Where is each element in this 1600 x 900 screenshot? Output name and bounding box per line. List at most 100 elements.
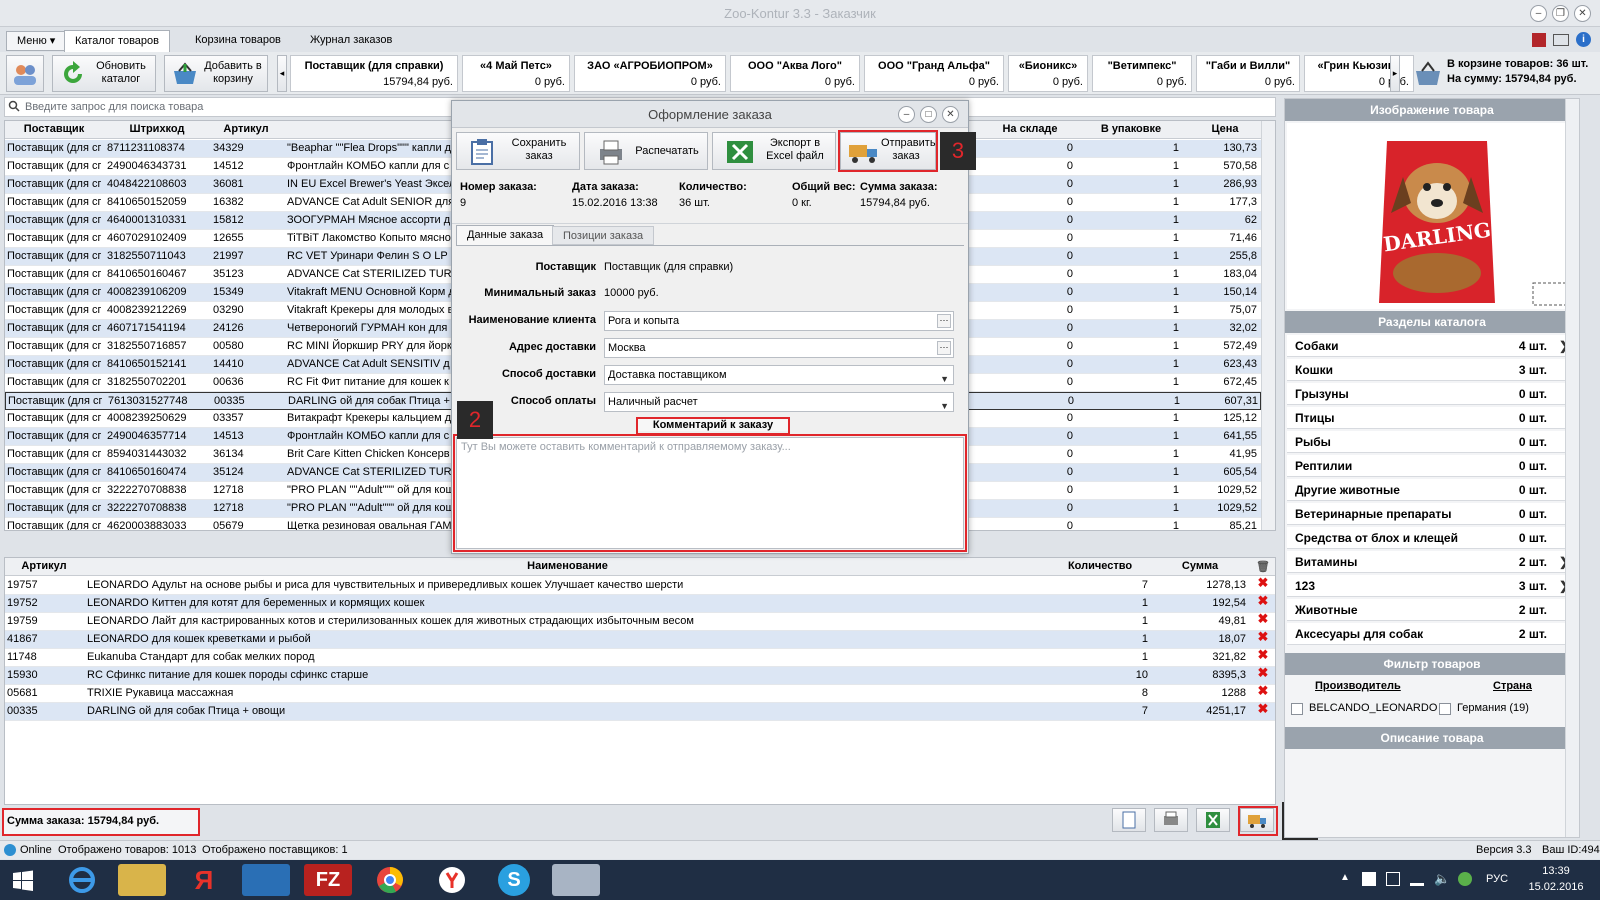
keyboard-lang[interactable]: РУС bbox=[1486, 873, 1508, 885]
client-browse-button[interactable]: ··· bbox=[937, 314, 951, 328]
col-item-name[interactable]: Наименование bbox=[85, 560, 1050, 572]
supplier-card[interactable]: "Ветимпекс" 0 руб. bbox=[1092, 55, 1192, 92]
right-panel-scrollbar[interactable] bbox=[1565, 99, 1579, 837]
col-item-sum[interactable]: Сумма bbox=[1152, 560, 1248, 572]
clock-time[interactable]: 13:39 bbox=[1528, 865, 1584, 877]
close-icon[interactable]: ✕ bbox=[1574, 5, 1591, 22]
chrome-icon[interactable] bbox=[366, 864, 414, 896]
col-article[interactable]: Артикул bbox=[211, 123, 281, 135]
category-item[interactable]: Рептилии 0 шт. bbox=[1287, 455, 1577, 477]
col-price[interactable]: Цена bbox=[1185, 123, 1265, 135]
list-item[interactable]: 41867 LEONARDO для кошек креветками и рыб… bbox=[5, 631, 1275, 649]
payment-select[interactable]: Наличный расчет ▼ bbox=[604, 392, 954, 412]
supplier-card[interactable]: ЗАО «АГРОБИОПРОМ» 0 руб. bbox=[574, 55, 726, 92]
manufacturer-checkbox[interactable] bbox=[1291, 703, 1303, 715]
col-stock[interactable]: На складе bbox=[985, 123, 1075, 135]
delete-item-icon[interactable]: ✖ bbox=[1257, 649, 1269, 661]
supplier-card[interactable]: ООО "Гранд Альфа" 0 руб. bbox=[864, 55, 1004, 92]
clock-date[interactable]: 15.02.2016 bbox=[1520, 881, 1592, 893]
tray-sync-icon[interactable] bbox=[1458, 872, 1472, 886]
list-item[interactable]: 15930 RC Сфинкс питание для кошек породы … bbox=[5, 667, 1275, 685]
category-item[interactable]: 123 3 шт. ❯ bbox=[1287, 575, 1577, 597]
delete-item-icon[interactable]: ✖ bbox=[1257, 595, 1269, 607]
list-item[interactable]: 19752 LEONARDO Киттен для котят для берем… bbox=[5, 595, 1275, 613]
col-supplier[interactable]: Поставщик bbox=[5, 123, 103, 135]
restore-icon[interactable]: ❐ bbox=[1552, 5, 1569, 22]
list-item[interactable]: 19759 LEONARDO Лайт для кастрированных ко… bbox=[5, 613, 1275, 631]
exit-icon[interactable] bbox=[1532, 33, 1546, 47]
category-item[interactable]: Грызуны 0 шт. bbox=[1287, 383, 1577, 405]
list-item[interactable]: 19757 LEONARDO Адульт на основе рыбы и ри… bbox=[5, 577, 1275, 595]
manufacturer-label[interactable]: Производитель bbox=[1315, 680, 1401, 692]
trash-icon[interactable]: 🗑 bbox=[1255, 560, 1271, 573]
tab-cart[interactable]: Корзина товаров bbox=[185, 30, 291, 52]
category-item[interactable]: Аксесуары для собак 2 шт. bbox=[1287, 623, 1577, 645]
supplier-card[interactable]: «Бионикс» 0 руб. bbox=[1008, 55, 1088, 92]
excel-small-button[interactable] bbox=[1196, 808, 1230, 832]
save-order-small-button[interactable] bbox=[1112, 808, 1146, 832]
delivery-select[interactable]: Доставка поставщиком ▼ bbox=[604, 365, 954, 385]
category-item[interactable]: Средства от блох и клещей 0 шт. bbox=[1287, 527, 1577, 549]
tray-network-icon[interactable] bbox=[1386, 872, 1400, 886]
delete-item-icon[interactable]: ✖ bbox=[1257, 631, 1269, 643]
zoo-kontur-icon[interactable] bbox=[552, 864, 600, 896]
dialog-close-icon[interactable]: ✕ bbox=[942, 106, 959, 123]
skype-icon[interactable]: S bbox=[498, 864, 530, 896]
filezilla-icon[interactable]: FZ bbox=[304, 864, 352, 896]
export-excel-button[interactable]: Экспорт в Excel файл bbox=[712, 132, 836, 170]
category-item[interactable]: Собаки 4 шт. ❯ bbox=[1287, 335, 1577, 357]
client-input[interactable]: Рога и копыта ··· bbox=[604, 311, 954, 331]
users-button[interactable] bbox=[6, 55, 44, 92]
yandex-icon[interactable]: Я bbox=[180, 864, 228, 896]
list-view-icon[interactable] bbox=[1532, 282, 1570, 306]
address-input[interactable]: Москва ··· bbox=[604, 338, 954, 358]
print-button[interactable]: Распечатать bbox=[584, 132, 708, 170]
dialog-minimize-icon[interactable]: – bbox=[898, 106, 915, 123]
delete-item-icon[interactable]: ✖ bbox=[1257, 613, 1269, 625]
country-checkbox[interactable] bbox=[1439, 703, 1451, 715]
menu-button[interactable]: Меню ▾ bbox=[6, 31, 67, 51]
category-item[interactable]: Птицы 0 шт. bbox=[1287, 407, 1577, 429]
tab-catalog[interactable]: Каталог товаров bbox=[64, 30, 170, 52]
tray-signal-icon[interactable] bbox=[1410, 872, 1424, 886]
ie-icon[interactable] bbox=[58, 864, 106, 896]
tab-order-positions[interactable]: Позиции заказа bbox=[552, 226, 655, 245]
delete-item-icon[interactable]: ✖ bbox=[1257, 667, 1269, 679]
refresh-catalog-button[interactable]: Обновить каталог bbox=[52, 55, 156, 92]
list-item[interactable]: 11748 Eukanuba Стандарт для собак мелких … bbox=[5, 649, 1275, 667]
tab-order-data[interactable]: Данные заказа bbox=[456, 225, 555, 245]
tray-volume-icon[interactable]: 🔈 bbox=[1434, 871, 1450, 887]
category-item[interactable]: Ветеринарные препараты 0 шт. bbox=[1287, 503, 1577, 525]
tab-orders-log[interactable]: Журнал заказов bbox=[300, 30, 402, 52]
supplier-card[interactable]: Поставщик (для справки) 15794,84 руб. bbox=[290, 55, 458, 92]
yandex-browser-icon[interactable] bbox=[428, 864, 476, 896]
supplier-card[interactable]: «4 Май Петс» 0 руб. bbox=[462, 55, 570, 92]
category-item[interactable]: Рыбы 0 шт. bbox=[1287, 431, 1577, 453]
supplier-card[interactable]: "Габи и Вилли" 0 руб. bbox=[1196, 55, 1300, 92]
delete-item-icon[interactable]: ✖ bbox=[1257, 685, 1269, 697]
category-item[interactable]: Другие животные 0 шт. bbox=[1287, 479, 1577, 501]
address-browse-button[interactable]: ··· bbox=[937, 341, 951, 355]
category-item[interactable]: Животные 2 шт. bbox=[1287, 599, 1577, 621]
col-item-article[interactable]: Артикул bbox=[5, 560, 83, 572]
category-item[interactable]: Кошки 3 шт. bbox=[1287, 359, 1577, 381]
suppliers-scroll-right[interactable]: ▸ bbox=[1390, 55, 1400, 92]
dialog-maximize-icon[interactable]: □ bbox=[920, 106, 937, 123]
col-barcode[interactable]: Штрихкод bbox=[105, 123, 209, 135]
add-to-cart-button[interactable]: Добавить в корзину bbox=[164, 55, 268, 92]
col-item-qty[interactable]: Количество bbox=[1050, 560, 1150, 572]
explorer-icon[interactable] bbox=[118, 864, 166, 896]
supplier-card[interactable]: ООО "Аква Лого" 0 руб. bbox=[730, 55, 860, 92]
delete-item-icon[interactable]: ✖ bbox=[1257, 703, 1269, 715]
category-item[interactable]: Витамины 2 шт. ❯ bbox=[1287, 551, 1577, 573]
country-label[interactable]: Страна bbox=[1493, 680, 1532, 692]
windows-start-icon[interactable] bbox=[12, 870, 34, 892]
list-item[interactable]: 05681 TRIXIE Рукавица массажная 8 1288 ✖ bbox=[5, 685, 1275, 703]
print-small-button[interactable] bbox=[1154, 808, 1188, 832]
save-order-button[interactable]: Сохранить заказ bbox=[456, 132, 580, 170]
tray-windows-icon[interactable] bbox=[1362, 872, 1376, 886]
mail-icon[interactable] bbox=[1553, 34, 1569, 46]
suppliers-scroll-left[interactable]: ◂ bbox=[277, 55, 287, 92]
sound-app-icon[interactable] bbox=[242, 864, 290, 896]
list-item[interactable]: 00335 DARLING ой для собак Птица + овощи 7… bbox=[5, 703, 1275, 721]
